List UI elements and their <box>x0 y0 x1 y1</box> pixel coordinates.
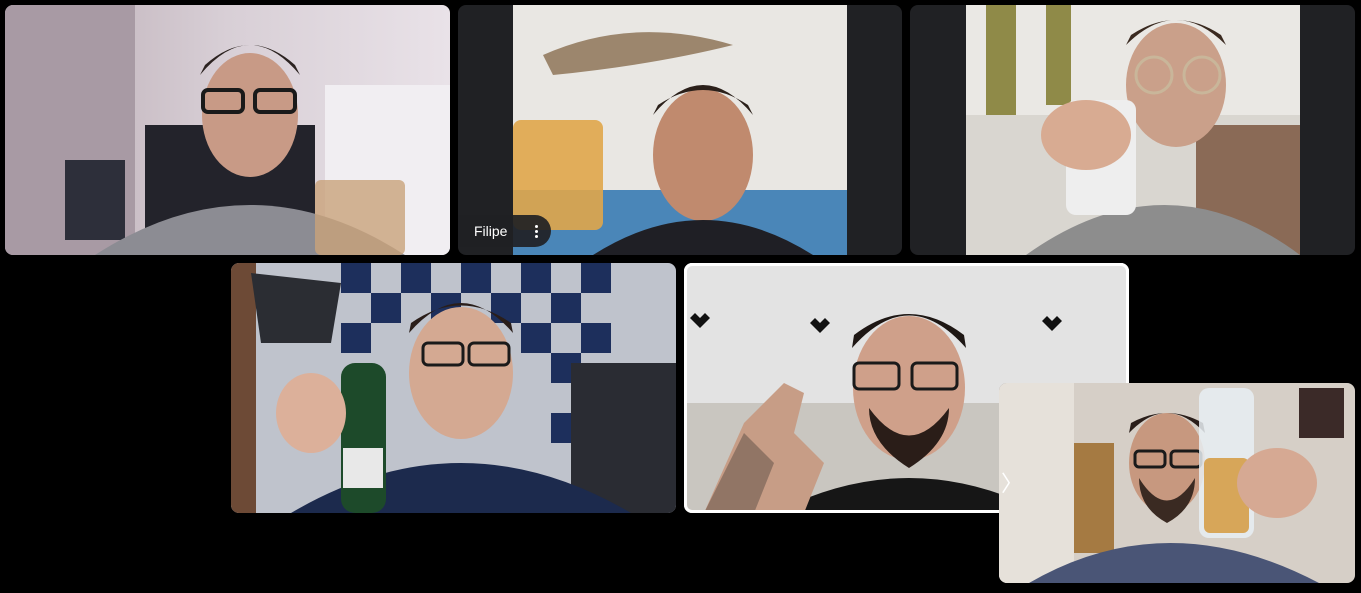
participant-video <box>513 5 847 255</box>
chevron-right-icon[interactable]: 〉 <box>1001 466 1023 498</box>
participant-video <box>966 5 1300 255</box>
participant-name: Filipe <box>474 223 508 239</box>
participant-tile[interactable] <box>231 263 676 513</box>
participant-tile[interactable] <box>910 5 1355 255</box>
video-call-grid: Filipe 〉 <box>0 0 1361 593</box>
participant-name-pill: Filipe <box>458 215 552 247</box>
participant-tile[interactable] <box>5 5 450 255</box>
participant-video <box>231 263 676 513</box>
self-video <box>999 383 1355 583</box>
participant-video <box>5 5 450 255</box>
more-vert-icon[interactable] <box>535 224 539 238</box>
self-view-tile[interactable] <box>999 383 1355 583</box>
